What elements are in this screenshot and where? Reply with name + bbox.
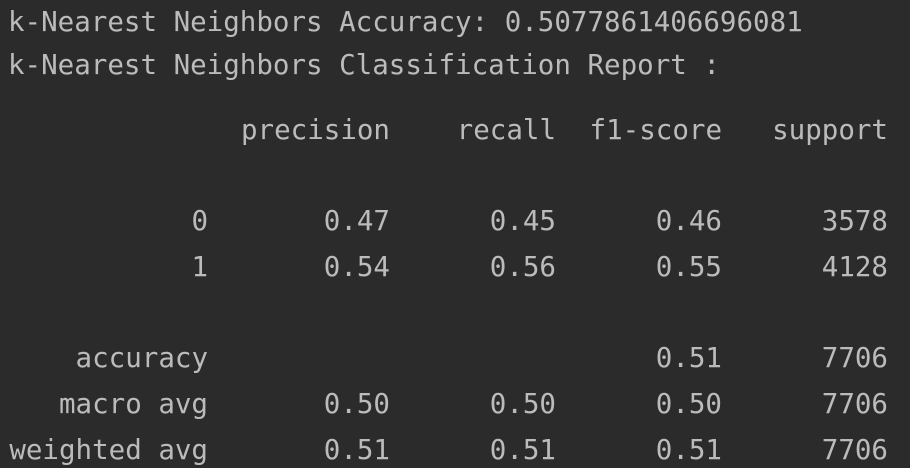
- header-f1-score: f1-score: [589, 114, 722, 146]
- row-recall: 0.45: [489, 205, 556, 237]
- row-precision: 0.54: [323, 251, 390, 283]
- console-output[interactable]: k-Nearest Neighbors Accuracy: 0.50778614…: [0, 0, 910, 466]
- row-precision: 0.47: [323, 205, 390, 237]
- row-support: 3578: [821, 205, 888, 237]
- weighted-avg-precision: 0.51: [323, 434, 390, 466]
- macro-avg-support: 7706: [821, 388, 888, 420]
- weighted-avg-f1-score: 0.51: [655, 434, 722, 466]
- accuracy-f1-score: 0.51: [655, 342, 722, 374]
- report-title: k-Nearest Neighbors Classification Repor…: [8, 49, 720, 81]
- macro-avg-precision: 0.50: [323, 388, 390, 420]
- row-support: 4128: [821, 251, 888, 283]
- weighted-avg-support: 7706: [821, 434, 888, 466]
- accuracy-label: accuracy: [75, 342, 208, 374]
- row-label: 0: [191, 205, 208, 237]
- row-label: 1: [191, 251, 208, 283]
- macro-avg-f1-score: 0.50: [655, 388, 722, 420]
- row-f1-score: 0.46: [655, 205, 722, 237]
- header-support: support: [772, 114, 888, 146]
- header-recall: recall: [456, 114, 556, 146]
- weighted-avg-recall: 0.51: [489, 434, 556, 466]
- row-f1-score: 0.55: [655, 251, 722, 283]
- macro-avg-recall: 0.50: [489, 388, 556, 420]
- accuracy-line: k-Nearest Neighbors Accuracy: 0.50778614…: [8, 6, 803, 38]
- row-recall: 0.56: [489, 251, 556, 283]
- macro-avg-label: macro avg: [58, 388, 208, 420]
- header-precision: precision: [240, 114, 390, 146]
- weighted-avg-label: weighted avg: [9, 434, 208, 466]
- accuracy-support: 7706: [821, 342, 888, 374]
